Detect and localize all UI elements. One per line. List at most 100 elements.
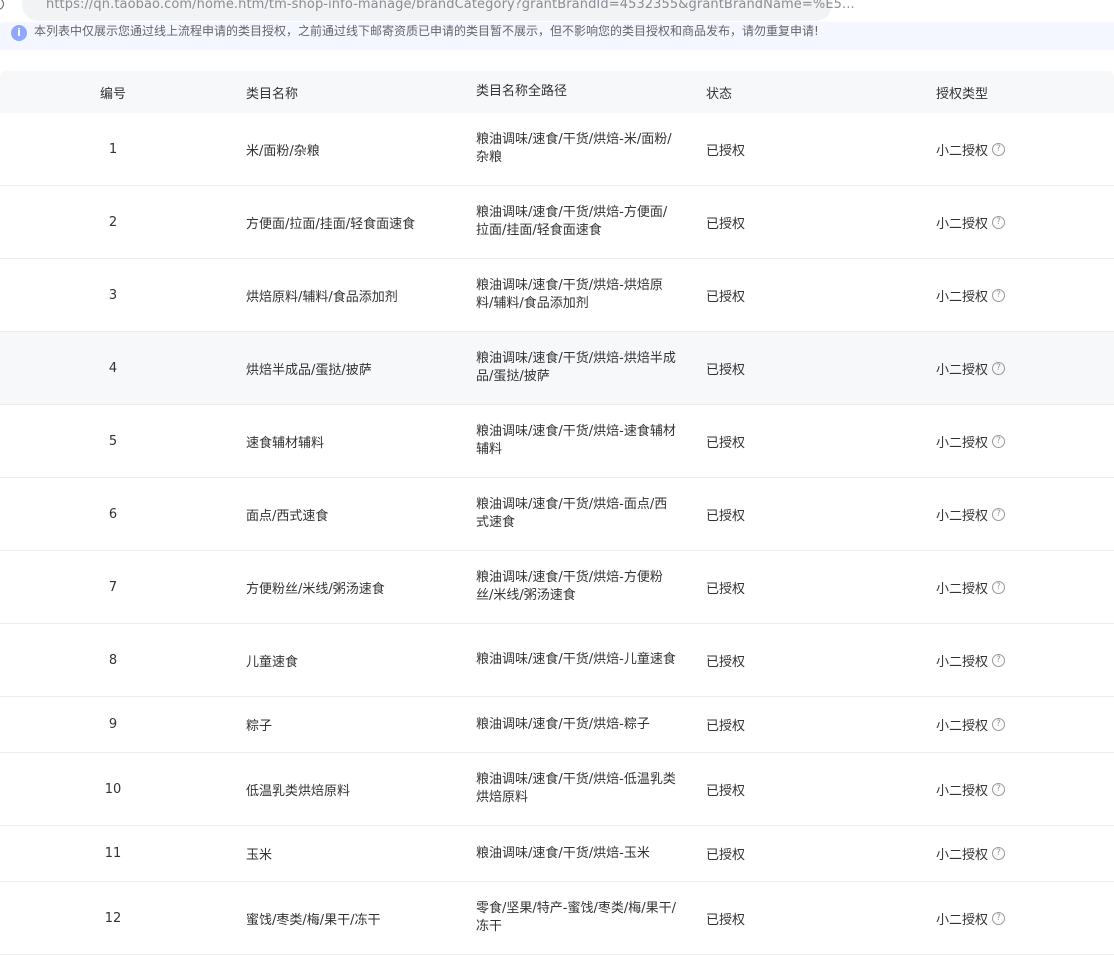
help-icon[interactable]: ? xyxy=(992,142,1006,156)
table-row: 7 方便粉丝/米线/粥汤速食 粮油调味/速食/干货/烘焙-方便粉丝/米线/粥汤速食 已… xyxy=(0,551,1114,624)
cell-status: 已授权 xyxy=(706,143,746,159)
cell-no: 4 xyxy=(108,360,118,376)
table-row: 12 蜜饯/枣类/梅/果干/冻干 零食/坚果/特产-蜜饯/枣类/梅/果干/冻干 已授权… xyxy=(0,882,1114,955)
cell-name: 烘焙半成品/蛋挞/披萨 xyxy=(246,362,372,378)
cell-path: 粮油调味/速食/干货/烘焙-速食辅材辅料 xyxy=(476,424,676,457)
cell-name: 玉米 xyxy=(246,848,273,863)
table-row: 3 烘焙原料/辅料/食品添加剂 粮油调味/速食/干货/烘焙-烘焙原料/辅料/食品添加… xyxy=(0,259,1114,332)
type-label: 小二授权 xyxy=(936,435,989,451)
address-bar[interactable]: https://qn.taobao.com/home.htm/tm-shop-i… xyxy=(22,0,855,21)
cell-path: 零食/坚果/特产-蜜饯/枣类/梅/果干/冻干 xyxy=(476,901,676,934)
header-path: 类目名称全路径 xyxy=(476,84,568,99)
cell-status: 已授权 xyxy=(706,783,746,799)
help-icon[interactable]: ? xyxy=(992,434,1006,448)
help-icon[interactable]: ? xyxy=(992,580,1006,594)
type-label: 小二授权 xyxy=(936,719,989,734)
help-icon[interactable]: ? xyxy=(992,847,1006,860)
table-row: 6 面点/西式速食 粮油调味/速食/干货/烘焙-面点/西式速食 已授权 小二授权? xyxy=(0,478,1114,551)
type-label: 小二授权 xyxy=(936,581,989,597)
cell-name: 方便粉丝/米线/粥汤速食 xyxy=(246,581,385,597)
cell-no: 5 xyxy=(108,433,118,449)
type-label: 小二授权 xyxy=(936,654,989,670)
cell-path: 粮油调味/速食/干货/烘焙-方便面/拉面/挂面/轻食面速食 xyxy=(476,205,668,238)
cell-type: 小二授权? xyxy=(916,432,1114,451)
type-label: 小二授权 xyxy=(936,289,989,305)
cell-path: 粮油调味/速食/干货/烘焙-米/面粉/杂粮 xyxy=(476,132,672,165)
help-icon[interactable]: ? xyxy=(992,653,1006,667)
cell-name: 烘焙原料/辅料/食品添加剂 xyxy=(246,289,398,305)
cell-name: 粽子 xyxy=(246,719,273,734)
table-row: 11 玉米 粮油调味/速食/干货/烘焙-玉米 已授权 小二授权? xyxy=(0,826,1114,882)
category-table: 编号 类目名称 类目名称全路径 状态 授权类型 1 米/面粉/杂粮 粮油调味/速食/… xyxy=(0,71,1114,955)
cell-no: 3 xyxy=(108,287,118,303)
browser-back-icon[interactable] xyxy=(0,0,4,10)
cell-status: 已授权 xyxy=(706,581,746,597)
cell-status: 已授权 xyxy=(706,435,746,451)
type-label: 小二授权 xyxy=(936,216,989,232)
cell-name: 低温乳类烘焙原料 xyxy=(246,783,351,799)
type-label: 小二授权 xyxy=(936,508,989,524)
cell-no: 7 xyxy=(108,579,118,595)
table-row: 1 米/面粉/杂粮 粮油调味/速食/干货/烘焙-米/面粉/杂粮 已授权 小二授权? xyxy=(0,113,1114,186)
type-label: 小二授权 xyxy=(936,143,989,159)
header-type: 授权类型 xyxy=(936,86,989,102)
cell-status: 已授权 xyxy=(706,216,746,232)
help-icon[interactable]: ? xyxy=(992,911,1006,925)
cell-type: 小二授权? xyxy=(916,909,1114,928)
cell-path: 粮油调味/速食/干货/烘焙-面点/西式速食 xyxy=(476,497,668,530)
type-label: 小二授权 xyxy=(936,848,989,863)
help-icon[interactable]: ? xyxy=(992,507,1006,521)
header-name: 类目名称 xyxy=(246,86,299,102)
cell-no: 10 xyxy=(104,781,122,797)
url-text: https://qn.taobao.com/home.htm/tm-shop-i… xyxy=(46,0,855,12)
cell-name: 蜜饯/枣类/梅/果干/冻干 xyxy=(246,912,381,928)
table-row: 9 粽子 粮油调味/速食/干货/烘焙-粽子 已授权 小二授权? xyxy=(0,697,1114,753)
cell-no: 11 xyxy=(104,846,122,861)
cell-name: 米/面粉/杂粮 xyxy=(246,143,320,159)
cell-type: 小二授权? xyxy=(916,286,1114,305)
cell-status: 已授权 xyxy=(706,912,746,928)
cell-path: 粮油调味/速食/干货/烘焙-玉米 xyxy=(476,845,650,861)
cell-path: 粮油调味/速食/干货/烘焙-烘焙原料/辅料/食品添加剂 xyxy=(476,278,663,311)
cell-path: 粮油调味/速食/干货/烘焙-粽子 xyxy=(476,716,650,732)
cell-no: 12 xyxy=(104,910,122,926)
cell-type: 小二授权? xyxy=(916,140,1114,159)
table-row: 2 方便面/拉面/挂面/轻食面速食 粮油调味/速食/干货/烘焙-方便面/拉面/挂面/… xyxy=(0,186,1114,259)
cell-type: 小二授权? xyxy=(916,505,1114,524)
help-icon[interactable]: ? xyxy=(992,361,1006,375)
cell-type: 小二授权? xyxy=(916,651,1114,670)
table-row: 4 烘焙半成品/蛋挞/披萨 粮油调味/速食/干货/烘焙-烘焙半成品/蛋挞/披萨 已授权… xyxy=(0,332,1114,405)
cell-path: 粮油调味/速食/干货/烘焙-方便粉丝/米线/粥汤速食 xyxy=(476,570,663,603)
table-header: 编号 类目名称 类目名称全路径 状态 授权类型 xyxy=(0,71,1114,113)
cell-type: 小二授权? xyxy=(916,780,1114,799)
type-label: 小二授权 xyxy=(936,912,989,928)
cell-name: 方便面/拉面/挂面/轻食面速食 xyxy=(246,216,416,232)
cell-path: 粮油调味/速食/干货/烘焙-低温乳类烘焙原料 xyxy=(476,772,676,805)
cell-type: 小二授权? xyxy=(916,578,1114,597)
type-label: 小二授权 xyxy=(936,362,989,378)
help-icon[interactable]: ? xyxy=(992,288,1006,302)
cell-path: 粮油调味/速食/干货/烘焙-儿童速食 xyxy=(476,652,676,667)
help-icon[interactable]: ? xyxy=(992,782,1006,796)
cell-status: 已授权 xyxy=(706,719,746,734)
cell-name: 速食辅材辅料 xyxy=(246,435,325,451)
header-no: 编号 xyxy=(99,86,126,102)
notice-text: 本列表中仅展示您通过线上流程申请的类目授权，之前通过线下邮寄资质已申请的类目暂不… xyxy=(34,24,819,38)
table-row: 10 低温乳类烘焙原料 粮油调味/速食/干货/烘焙-低温乳类烘焙原料 已授权 小二授权? xyxy=(0,753,1114,826)
help-icon[interactable]: ? xyxy=(992,718,1006,731)
cell-status: 已授权 xyxy=(706,508,746,524)
info-icon: i xyxy=(11,25,27,41)
cell-status: 已授权 xyxy=(706,848,746,863)
cell-status: 已授权 xyxy=(706,654,746,670)
header-status: 状态 xyxy=(706,86,733,102)
cell-status: 已授权 xyxy=(706,289,746,305)
cell-status: 已授权 xyxy=(706,362,746,378)
cell-type: 小二授权? xyxy=(916,715,1114,734)
notice-banner: i 本列表中仅展示您通过线上流程申请的类目授权，之前通过线下邮寄资质已申请的类目… xyxy=(0,22,1114,50)
cell-no: 6 xyxy=(108,506,118,522)
cell-name: 面点/西式速食 xyxy=(246,508,329,524)
cell-name: 儿童速食 xyxy=(246,654,299,670)
help-icon[interactable]: ? xyxy=(992,215,1006,229)
cell-type: 小二授权? xyxy=(916,844,1114,863)
table-body: 1 米/面粉/杂粮 粮油调味/速食/干货/烘焙-米/面粉/杂粮 已授权 小二授权? 2 方便… xyxy=(0,113,1114,955)
